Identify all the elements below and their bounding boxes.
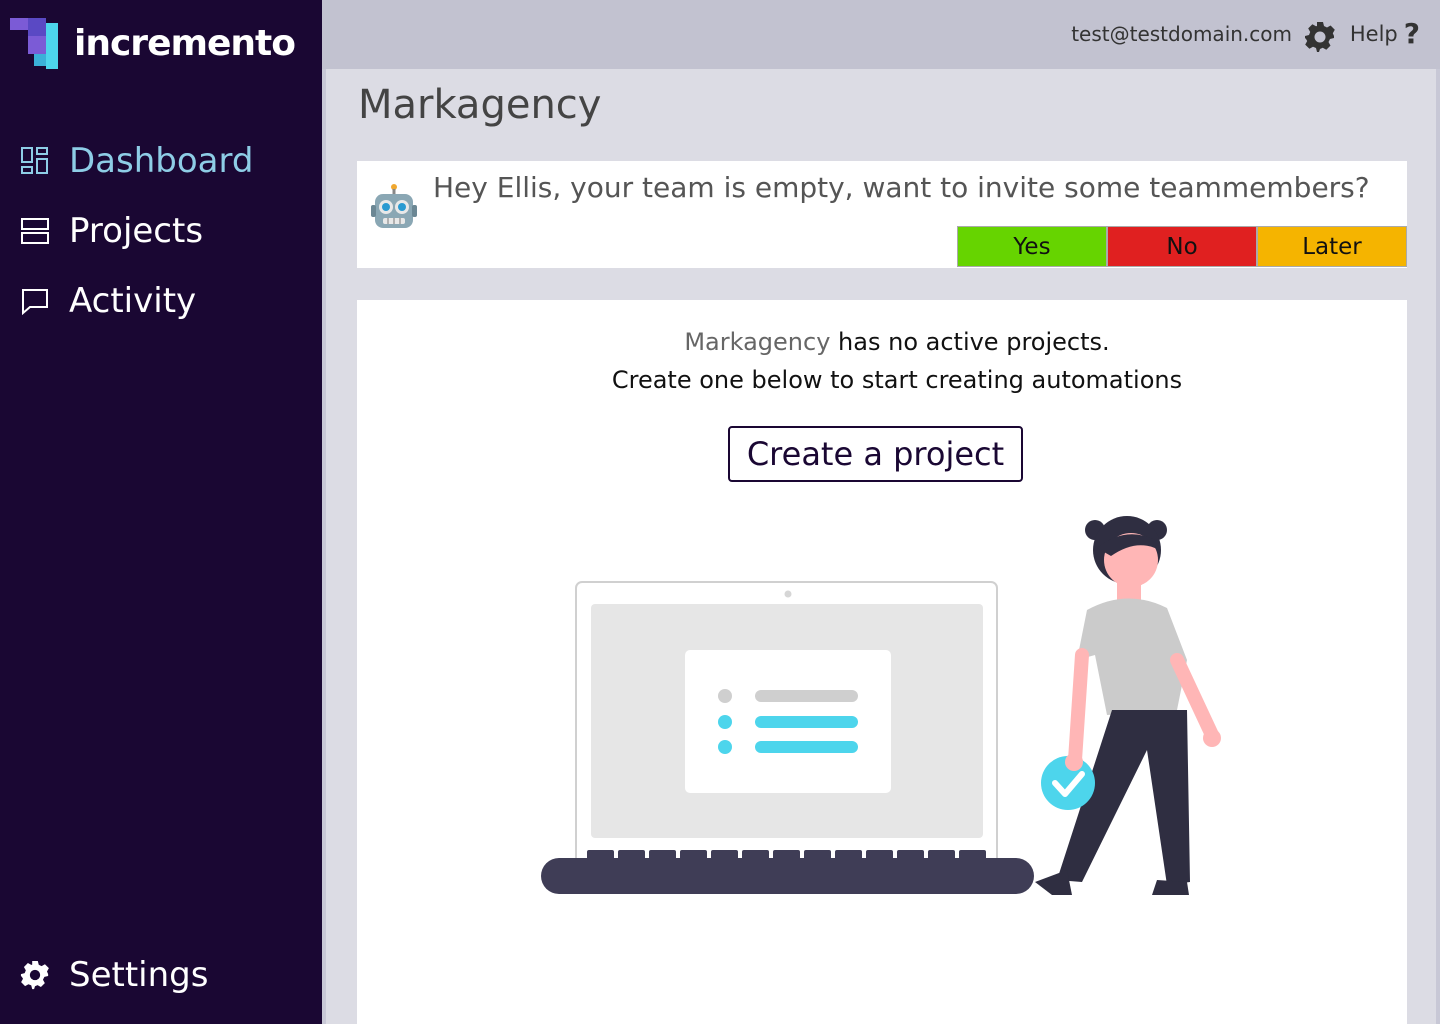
- gear-icon: [20, 960, 50, 990]
- robot-icon: [371, 183, 417, 233]
- divider: [1436, 69, 1440, 1024]
- top-bar: test@testdomain.com Help ?: [322, 0, 1440, 69]
- empty-state-panel: Markagency has no active projects. Creat…: [357, 300, 1407, 1024]
- empty-state-text: has no active projects.: [830, 328, 1110, 356]
- team-invite-notice: Hey Ellis, your team is empty, want to i…: [357, 161, 1407, 268]
- empty-state-illustration: [537, 510, 1237, 914]
- logo-mark-icon: [10, 18, 62, 70]
- help-icon: ?: [1403, 17, 1420, 50]
- create-project-button[interactable]: Create a project: [728, 426, 1023, 482]
- gear-icon[interactable]: [1304, 21, 1336, 53]
- sidebar-item-label: Activity: [69, 281, 197, 321]
- divider: [322, 69, 326, 1024]
- notice-actions: Yes No Later: [957, 226, 1407, 267]
- yes-button[interactable]: Yes: [957, 226, 1107, 267]
- help-link[interactable]: Help ?: [1350, 20, 1420, 48]
- empty-state-line2: Create one below to start creating autom…: [611, 366, 1183, 394]
- later-button[interactable]: Later: [1257, 226, 1407, 267]
- projects-icon: [20, 216, 50, 246]
- brand-logo[interactable]: incremento: [10, 18, 296, 70]
- sidebar-item-dashboard[interactable]: Dashboard: [20, 139, 253, 183]
- page-title: Markagency: [358, 82, 602, 128]
- sidebar: incremento Dashboard Projects Activity S…: [0, 0, 322, 1024]
- brand-name: incremento: [74, 23, 296, 64]
- sidebar-item-projects[interactable]: Projects: [20, 209, 203, 253]
- notice-message: Hey Ellis, your team is empty, want to i…: [433, 171, 1370, 204]
- activity-icon: [20, 286, 50, 316]
- sidebar-item-label: Projects: [69, 211, 204, 251]
- org-name: Markagency: [684, 328, 831, 356]
- user-email[interactable]: test@testdomain.com: [1071, 22, 1292, 46]
- help-label: Help: [1349, 22, 1398, 46]
- sidebar-item-label: Settings: [69, 955, 209, 995]
- empty-state-line1: Markagency has no active projects.: [357, 328, 1437, 356]
- sidebar-item-activity[interactable]: Activity: [20, 279, 196, 323]
- dashboard-icon: [20, 146, 50, 176]
- no-button[interactable]: No: [1107, 226, 1257, 267]
- sidebar-item-settings[interactable]: Settings: [20, 953, 208, 997]
- sidebar-item-label: Dashboard: [69, 141, 254, 181]
